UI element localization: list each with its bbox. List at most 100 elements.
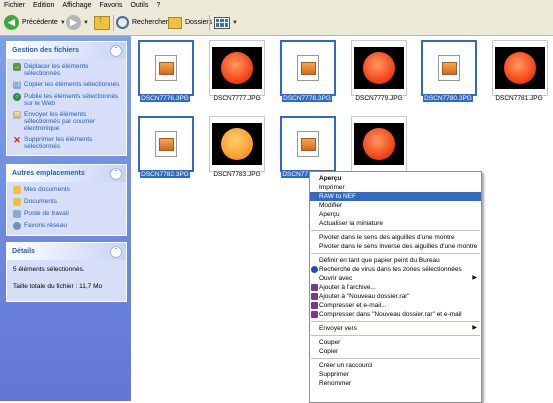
back-label: Précédente <box>22 19 58 26</box>
collapse-chevron-icon[interactable]: ˆ <box>110 168 122 180</box>
ctx-pivoter-antihoraire[interactable]: Pivoter dans le sens inverse des aiguill… <box>310 242 481 251</box>
menu-separator <box>311 335 480 336</box>
ctx-pivoter-horaire[interactable]: Pivoter dans le sens des aiguilles d'une… <box>310 233 481 242</box>
file-thumbnail[interactable] <box>209 116 265 172</box>
file-thumbnail[interactable] <box>138 116 194 172</box>
menu-favoris[interactable]: Favoris <box>95 1 126 9</box>
task-copy-label: Copier les éléments sélectionnés <box>24 81 120 88</box>
search-button[interactable]: Rechercher <box>116 14 168 31</box>
move-icon: → <box>13 63 21 71</box>
ctx-apercu[interactable]: Aperçu <box>310 210 481 219</box>
ctx-creer-raccourci[interactable]: Créer un raccourci <box>310 361 481 370</box>
my-documents-icon <box>13 186 21 194</box>
raw-file-icon <box>155 55 177 81</box>
file-label[interactable]: DSCN77 <box>275 170 309 179</box>
ctx-envoyer-vers[interactable]: Envoyer vers ▶ <box>310 324 481 333</box>
file-thumbnail[interactable] <box>492 40 548 96</box>
details-count: 5 éléments sélectionnés. <box>13 266 85 273</box>
winrar-icon <box>311 311 318 318</box>
toolbar: ◀ Précédente ▼ ▶ ▼ ↑ Rechercher Dossiers… <box>0 11 553 36</box>
file-label[interactable]: DSCN7776.3PG <box>133 94 197 103</box>
search-label: Rechercher <box>132 19 169 26</box>
task-copy[interactable]: ❐ Copier les éléments sélectionnés <box>7 79 126 91</box>
other-places-title: Autres emplacements <box>12 170 85 177</box>
details-size: Taille totale du fichier : 11,7 Mo <box>13 283 103 290</box>
ctx-actualiser[interactable]: Actualiser la miniature <box>310 219 481 228</box>
network-icon <box>13 222 21 230</box>
folder-icon <box>13 198 21 206</box>
task-email-label: Envoyer les éléments sélectionnés par co… <box>24 111 96 132</box>
submenu-arrow-icon: ▶ <box>472 325 477 331</box>
ctx-couper[interactable]: Couper <box>310 338 481 347</box>
folders-button[interactable]: Dossiers <box>168 14 212 31</box>
globe-icon: ○ <box>13 93 21 101</box>
ctx-renommer[interactable]: Renommer <box>310 379 481 388</box>
sun-photo <box>212 123 262 165</box>
place-network[interactable]: Favoris réseau <box>7 220 126 232</box>
file-thumbnail[interactable] <box>280 40 336 96</box>
collapse-chevron-icon[interactable]: ˆ <box>110 246 122 258</box>
views-button[interactable]: ▼ <box>214 14 238 31</box>
antivirus-icon <box>311 266 318 273</box>
file-label[interactable]: DSCN7778.3PG <box>275 94 339 103</box>
ctx-compresser-email[interactable]: Compresser et e-mail... <box>310 301 481 310</box>
ctx-ajouter-rar[interactable]: Ajouter à "Nouveau dossier.rar" <box>310 292 481 301</box>
file-label[interactable]: DSCN7777.JPG <box>205 94 269 103</box>
place-my-documents[interactable]: Mes documents <box>7 184 126 196</box>
menu-outils[interactable]: Outils <box>126 1 152 9</box>
back-button[interactable]: ◀ Précédente ▼ <box>4 14 66 31</box>
ctx-raw-to-nef[interactable]: RAW to NEF <box>310 192 481 201</box>
file-label[interactable]: DSCN7781.JPG <box>487 94 551 103</box>
ctx-virus-scan[interactable]: Recherche de virus dans les zones sélect… <box>310 265 481 274</box>
collapse-chevron-icon[interactable]: ˆ <box>110 45 122 57</box>
menu-fichier[interactable]: Fichier <box>0 1 29 9</box>
up-folder-button[interactable]: ↑ <box>94 14 110 31</box>
file-thumbnail[interactable] <box>351 116 407 172</box>
file-label[interactable]: DSCN7783.JPG <box>205 170 269 179</box>
folder-icon <box>168 16 182 29</box>
task-delete[interactable]: ✕ Supprimer les éléments sélectionnés <box>7 134 126 152</box>
ctx-copier[interactable]: Copier <box>310 347 481 356</box>
file-thumbnail[interactable] <box>209 40 265 96</box>
file-thumbnail[interactable] <box>351 40 407 96</box>
toolbar-separator <box>113 15 114 31</box>
file-tasks-header[interactable]: Gestion des fichiers ˆ <box>7 42 126 59</box>
folder-up-icon: ↑ <box>94 14 110 30</box>
task-move[interactable]: → Déplacer les éléments sélectionnés <box>7 61 126 79</box>
ctx-apercu-default[interactable]: Aperçu <box>310 174 481 183</box>
menu-separator <box>311 230 480 231</box>
ctx-papier-peint[interactable]: Définir en tant que papier peint du Bure… <box>310 256 481 265</box>
file-thumbnail[interactable] <box>280 116 336 172</box>
ctx-imprimer[interactable]: Imprimer <box>310 183 481 192</box>
envelope-icon: ✉ <box>13 111 21 119</box>
chevron-down-icon: ▼ <box>232 19 238 26</box>
ctx-modifier[interactable]: Modifier <box>310 201 481 210</box>
ctx-supprimer[interactable]: Supprimer <box>310 370 481 379</box>
file-thumbnail[interactable] <box>421 40 477 96</box>
menu-separator <box>311 253 480 254</box>
place-network-label: Favoris réseau <box>24 222 67 229</box>
menu-separator <box>311 321 480 322</box>
place-documents[interactable]: Documents <box>7 196 126 208</box>
file-label[interactable]: DSCN7779.JPG <box>347 94 411 103</box>
file-label[interactable]: DSCN7780.3PG <box>416 94 480 103</box>
other-places-header[interactable]: Autres emplacements ˆ <box>7 165 126 182</box>
ctx-compresser-rar-email[interactable]: Compresser dans "Nouveau dossier.rar" et… <box>310 310 481 319</box>
task-publish[interactable]: ○ Publie les éléments sélectionnés sur le… <box>7 91 126 109</box>
details-header[interactable]: Détails ˆ <box>7 243 126 260</box>
delete-x-icon: ✕ <box>13 134 21 145</box>
search-icon <box>116 16 129 29</box>
views-grid-icon <box>214 16 230 29</box>
file-label[interactable]: DSCN7782.3PG <box>133 170 197 179</box>
ctx-ajouter-archive[interactable]: Ajouter à l'archive... <box>310 283 481 292</box>
file-thumbnail[interactable] <box>138 40 194 96</box>
place-my-computer[interactable]: Poste de travail <box>7 208 126 220</box>
task-email[interactable]: ✉ Envoyer les éléments sélectionnés par c… <box>7 109 126 134</box>
menu-help[interactable]: ? <box>152 1 164 9</box>
winrar-icon <box>311 293 318 300</box>
forward-button[interactable]: ▶ ▼ <box>66 14 89 31</box>
menu-affichage[interactable]: Affichage <box>58 1 95 9</box>
ctx-ouvrir-avec[interactable]: Ouvrir avec ▶ <box>310 274 481 283</box>
menu-edition[interactable]: Edition <box>29 1 58 9</box>
task-move-label: Déplacer les éléments sélectionnés <box>24 63 89 77</box>
